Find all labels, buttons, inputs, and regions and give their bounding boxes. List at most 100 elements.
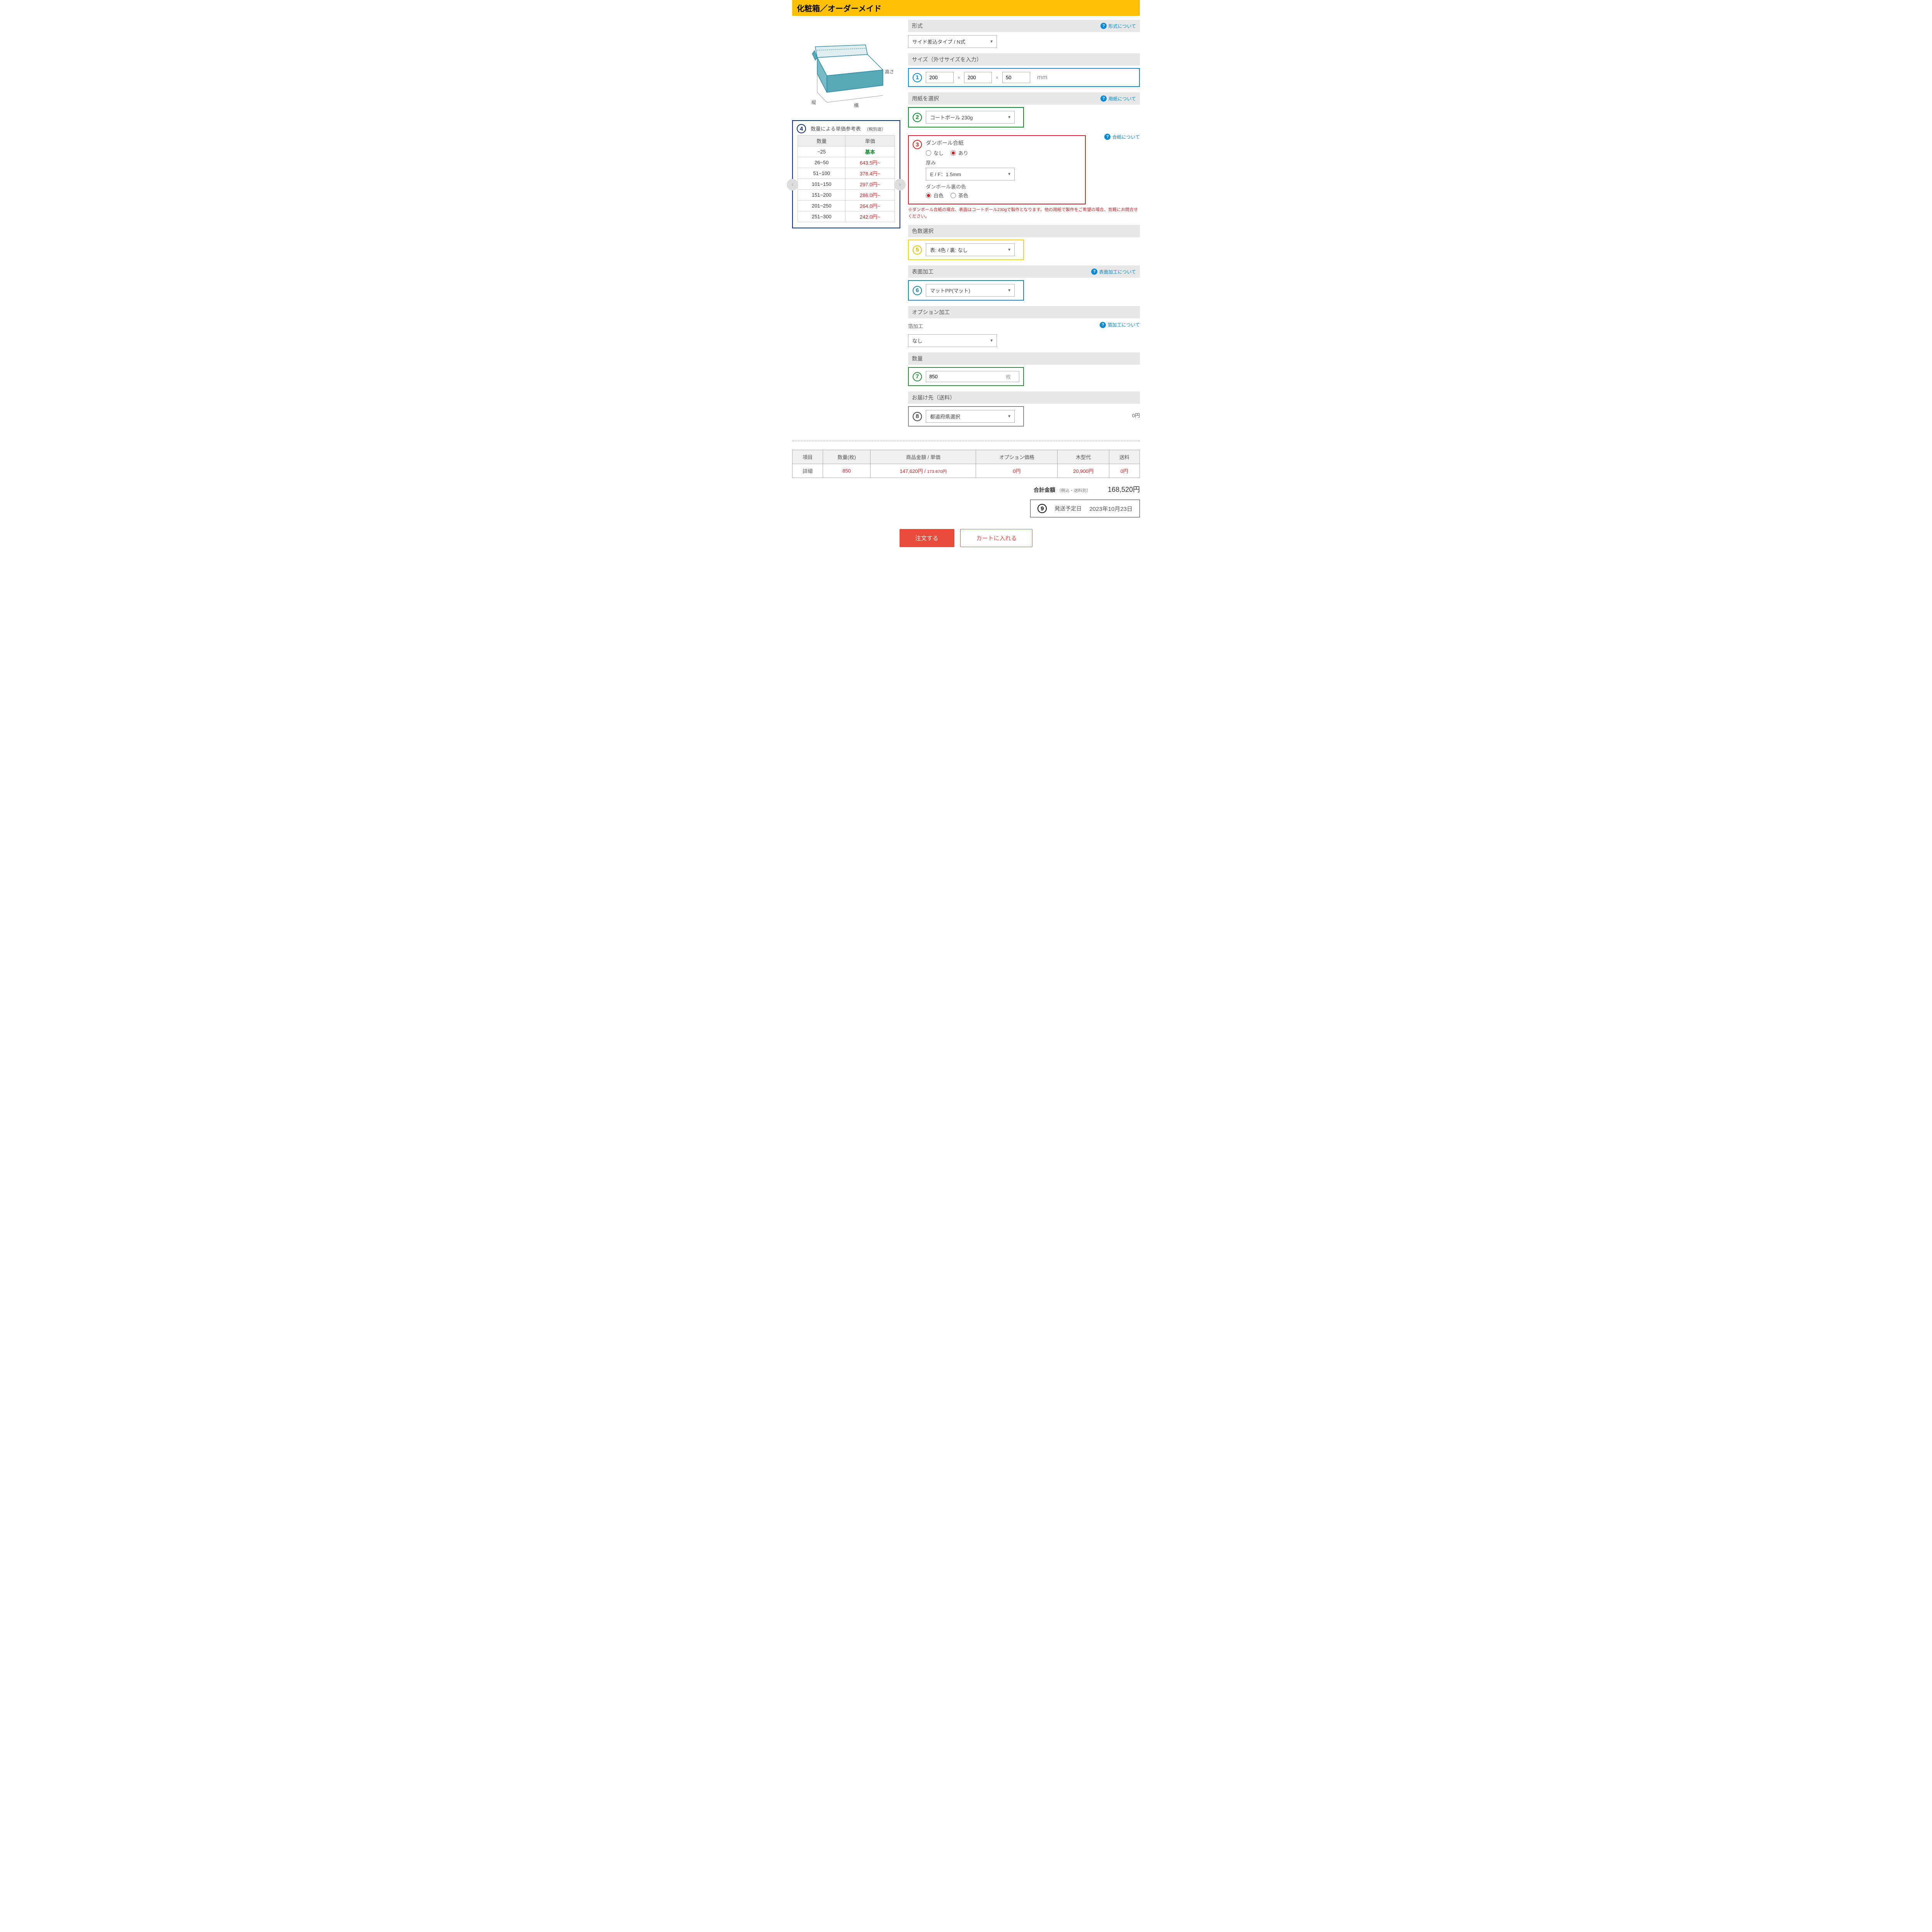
summary-td: 0円 [1109, 464, 1139, 478]
step-7-badge: 7 [913, 372, 922, 381]
divider [792, 440, 1140, 441]
price-table-qty: ~25 [798, 146, 845, 157]
summary-td: 詳細 [793, 464, 823, 478]
price-table-caption: 数量による単価参考表 [811, 126, 861, 132]
help-icon: ? [1100, 23, 1107, 29]
summary-th: 木型代 [1058, 450, 1109, 464]
price-table-price: 643.5円~ [845, 157, 895, 168]
summary-th: 送料 [1109, 450, 1139, 464]
foil-select[interactable]: なし [908, 334, 997, 347]
delivery-cost: 0円 [1132, 412, 1140, 419]
price-table-panel: 4 数量による単価参考表 （税別途） 数量 単価 ~25基本26~50643.5… [792, 120, 900, 228]
price-table-price: 264.0円~ [845, 201, 895, 211]
laminate-help-link[interactable]: ? 合紙について [1104, 134, 1140, 140]
carousel-next-button[interactable]: › [894, 179, 906, 190]
ship-date: 2023年10月23日 [1089, 505, 1133, 513]
ship-label: 発送予定日 [1054, 505, 1082, 512]
dim-multiply-icon: × [996, 75, 998, 80]
price-table-qty: 101~150 [798, 179, 845, 190]
finish-label: 表面加工 [912, 268, 934, 276]
qty-unit: 枚 [1006, 373, 1011, 380]
dim-width-label: 横 [854, 102, 859, 109]
price-table-caption-note: （税別途） [864, 127, 886, 132]
total-label: 合計金額 [1034, 487, 1055, 493]
price-table-price: 242.0円~ [845, 211, 895, 222]
dim-multiply-icon: × [957, 75, 960, 80]
laminate-label: ダンボール合紙 [926, 139, 1081, 147]
step-6-badge: 6 [913, 286, 922, 295]
dim-depth-label: 縦 [811, 99, 816, 105]
total-note: （税込・送料別） [1057, 488, 1091, 493]
laminate-warning: ※ダンボール合紙の場合、表面はコートボール230gで製作となります。他の用紙で製… [908, 207, 1140, 219]
carousel-prev-button[interactable]: ‹ [787, 179, 798, 190]
step-2-badge: 2 [913, 113, 922, 122]
help-icon: ? [1091, 269, 1097, 275]
price-table-price: 378.4円~ [845, 168, 895, 179]
delivery-select[interactable]: 都道府県選択 [926, 410, 1015, 423]
price-table-price: 286.0円~ [845, 190, 895, 201]
type-help-link[interactable]: ? 形式について [1100, 23, 1136, 29]
price-table-qty: 251~300 [798, 211, 845, 222]
size-height-input[interactable] [1002, 72, 1030, 83]
summary-table: 項目 数量(枚) 商品金額 / 単価 オプション価格 木型代 送料 詳細 850… [792, 450, 1140, 478]
step-9-badge: 9 [1037, 504, 1047, 513]
page-title: 化粧箱／オーダーメイド [792, 0, 1140, 16]
dim-height-label: 高さ [885, 68, 894, 75]
add-to-cart-button[interactable]: カートに入れる [960, 529, 1032, 547]
type-select[interactable]: サイド差込タイプ / N式 [908, 35, 997, 48]
foil-help-link[interactable]: ? 箔加工について [1100, 321, 1140, 328]
quantity-input[interactable] [926, 371, 1019, 382]
backcolor-label: ダンボール裏の色 [926, 183, 1081, 190]
price-table-qty: 201~250 [798, 201, 845, 211]
step-1-badge: 1 [913, 73, 922, 82]
ship-date-box: 9 発送予定日 2023年10月23日 [1030, 500, 1140, 517]
price-table-th-price: 単価 [845, 136, 895, 146]
backcolor-brown-radio[interactable]: 茶色 [951, 192, 968, 199]
paper-select[interactable]: コートボール 230g [926, 111, 1015, 124]
price-table-qty: 151~200 [798, 190, 845, 201]
laminate-yes-radio[interactable]: あり [951, 149, 968, 156]
help-icon: ? [1100, 322, 1106, 328]
price-table: 数量 単価 ~25基本26~50643.5円~51~100378.4円~101~… [798, 135, 895, 222]
finish-select[interactable]: マットPP(マット) [926, 284, 1015, 297]
size-label: サイズ（外寸サイズを入力） [912, 56, 982, 63]
box-illustration: 高さ 縦 横 [800, 31, 893, 109]
price-table-qty: 26~50 [798, 157, 845, 168]
colors-select[interactable]: 表: 4色 / 裏: なし [926, 243, 1015, 256]
order-button[interactable]: 注文する [900, 529, 954, 547]
colors-label: 色数選択 [912, 227, 934, 235]
summary-th: 数量(枚) [823, 450, 871, 464]
step-4-badge: 4 [797, 124, 806, 133]
foil-label: 箔加工 [908, 322, 923, 330]
summary-th: オプション価格 [976, 450, 1058, 464]
option-label: オプション加工 [912, 308, 950, 316]
laminate-no-radio[interactable]: なし [926, 149, 944, 156]
paper-label: 用紙を選択 [912, 95, 939, 102]
summary-td: 20,900円 [1058, 464, 1109, 478]
step-8-badge: 8 [913, 412, 922, 421]
help-icon: ? [1100, 95, 1107, 102]
summary-td: 147,620円 / 173.670円 [871, 464, 976, 478]
step-5-badge: 5 [913, 245, 922, 255]
summary-th: 項目 [793, 450, 823, 464]
price-table-qty: 51~100 [798, 168, 845, 179]
total-amount: 168,520円 [1108, 486, 1140, 493]
thickness-label: 厚み [926, 159, 1081, 166]
size-unit: mm [1037, 74, 1048, 81]
step-3-badge: 3 [913, 140, 922, 149]
price-table-th-qty: 数量 [798, 136, 845, 146]
quantity-label: 数量 [912, 355, 923, 362]
price-table-price: 基本 [845, 146, 895, 157]
price-table-price: 297.0円~ [845, 179, 895, 190]
backcolor-white-radio[interactable]: 白色 [926, 192, 944, 199]
thickness-select[interactable]: E / F：1.5mm [926, 168, 1015, 180]
paper-help-link[interactable]: ? 用紙について [1100, 95, 1136, 102]
finish-help-link[interactable]: ? 表面加工について [1091, 269, 1136, 275]
summary-td: 0円 [976, 464, 1058, 478]
size-depth-input[interactable] [964, 72, 992, 83]
type-label: 形式 [912, 22, 923, 30]
summary-td: 850 [823, 464, 871, 478]
summary-th: 商品金額 / 単価 [871, 450, 976, 464]
delivery-label: お届け先（送料） [912, 394, 955, 401]
size-width-input[interactable] [926, 72, 954, 83]
